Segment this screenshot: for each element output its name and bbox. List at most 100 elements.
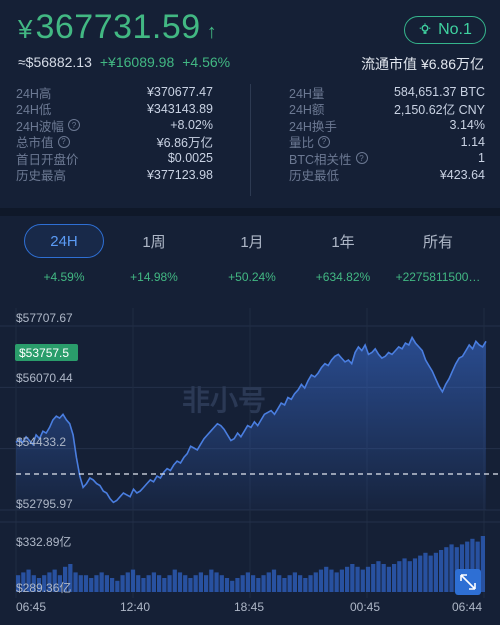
volume-bar bbox=[303, 578, 308, 592]
y-axis-label: $56070.44 bbox=[16, 371, 73, 385]
stat-value: ¥377123.98 bbox=[146, 167, 213, 182]
volume-bar bbox=[329, 569, 334, 592]
volume-bar bbox=[230, 580, 235, 592]
volume-bar bbox=[423, 552, 428, 592]
volume-bar bbox=[120, 575, 125, 592]
tab-4[interactable]: 所有 bbox=[408, 224, 468, 258]
stats-right: 24H量 584,651.37 BTC 24H额 2,150.62亿 CNY 24H换手… bbox=[289, 84, 485, 183]
volume-bar bbox=[412, 558, 418, 592]
tab-1[interactable]: 1周 bbox=[124, 224, 184, 258]
current-price-label: $53757.5 bbox=[19, 346, 69, 360]
volume-bar bbox=[266, 572, 271, 592]
volume-bar bbox=[444, 547, 449, 592]
volume-bar bbox=[365, 566, 371, 592]
stat-value: ¥343143.89 bbox=[146, 101, 213, 116]
period-change: +4.59% bbox=[43, 270, 85, 284]
stat-row: 24H高 ¥370677.47 bbox=[16, 84, 213, 101]
up-arrow-icon: ↑ bbox=[206, 21, 217, 43]
volume-bar bbox=[480, 536, 485, 592]
period-change: +50.24% bbox=[228, 270, 276, 284]
volume-bar bbox=[256, 578, 261, 592]
volume-bar bbox=[146, 575, 151, 592]
stat-value: 3.14% bbox=[449, 118, 485, 133]
x-axis-label: 06:45 bbox=[16, 600, 46, 614]
stat-label-text: 历史最高 bbox=[16, 169, 67, 184]
volume-bar bbox=[83, 575, 89, 592]
volume-bar bbox=[235, 578, 240, 592]
volume-bar bbox=[287, 575, 292, 592]
stat-value: ¥423.64 bbox=[439, 167, 485, 182]
tab-0[interactable]: 24H bbox=[24, 224, 104, 258]
price-header: ¥ 367731.59 ↑ bbox=[18, 8, 217, 50]
volume-bar bbox=[324, 566, 329, 592]
volume-bar bbox=[209, 569, 214, 592]
volume-bar bbox=[157, 575, 162, 592]
volume-bar bbox=[277, 575, 282, 592]
volume-bar bbox=[318, 569, 324, 592]
circulating-market-cap: 流通市值 ¥6.86万亿 bbox=[361, 56, 484, 72]
volume-bar bbox=[418, 555, 423, 592]
volume-bar bbox=[183, 575, 188, 592]
price-subrow: ≈$56882.13 +¥16089.98 +4.56% bbox=[18, 54, 230, 70]
section-separator bbox=[0, 208, 500, 216]
period-changes: +4.59% +14.98% +50.24% +634.82% +2275811500… bbox=[0, 270, 500, 288]
volume-bar bbox=[204, 575, 209, 592]
x-axis-label: 00:45 bbox=[350, 600, 380, 614]
volume-bar bbox=[188, 578, 193, 592]
volume-bar bbox=[397, 561, 402, 592]
rank-badge[interactable]: No.1 bbox=[404, 16, 486, 44]
tab-3[interactable]: 1年 bbox=[313, 224, 373, 258]
volume-bar bbox=[219, 575, 224, 592]
help-icon[interactable]: ? bbox=[318, 135, 331, 148]
volume-bar bbox=[172, 569, 177, 592]
volume-bar bbox=[104, 575, 109, 592]
rank-label: No.1 bbox=[438, 21, 472, 38]
period-tabs: 24H 1周 1月 1年 所有 bbox=[0, 224, 500, 258]
volume-bar bbox=[449, 544, 454, 592]
volume-bar bbox=[433, 552, 438, 592]
price-chart[interactable]: 非小号 $57707.67 $56070.44 $54433.2 $52795.97 $5… bbox=[0, 298, 500, 625]
volume-bar bbox=[151, 572, 156, 592]
stat-value: $0.0025 bbox=[167, 151, 213, 166]
help-icon[interactable]: ? bbox=[57, 135, 70, 148]
volume-bar bbox=[381, 564, 386, 592]
stat-value: 2,150.62亿 CNY bbox=[393, 103, 485, 118]
volume-bar bbox=[271, 569, 277, 592]
stat-row: 量比? 1.14 bbox=[289, 134, 485, 151]
volume-bar bbox=[386, 566, 391, 592]
help-icon[interactable]: ? bbox=[67, 119, 80, 132]
stat-row: BTC相关性? 1 bbox=[289, 150, 485, 167]
volume-bar bbox=[167, 575, 172, 592]
volume-low-label: $289.36亿 bbox=[16, 580, 71, 595]
stats-divider bbox=[250, 84, 251, 196]
volume-bar bbox=[439, 550, 444, 592]
volume-bar bbox=[350, 564, 355, 592]
lightbulb-icon bbox=[419, 23, 431, 34]
change-percent: +4.56% bbox=[182, 54, 231, 70]
volume-bar bbox=[298, 575, 303, 592]
stat-row: 首日开盘价 $0.0025 bbox=[16, 150, 213, 167]
volume-bar bbox=[371, 564, 376, 592]
stat-value: 584,651.37 BTC bbox=[393, 85, 485, 100]
volume-bar bbox=[94, 575, 99, 592]
stat-value: 1 bbox=[478, 151, 485, 166]
volume-bar bbox=[193, 575, 198, 592]
stats-left: 24H高 ¥370677.47 24H低 ¥343143.89 24H波幅? +8.02%… bbox=[16, 84, 213, 183]
current-price: 367731.59 bbox=[35, 8, 201, 46]
stat-row: 24H波幅? +8.02% bbox=[16, 117, 213, 134]
volume-high-label: $332.89亿 bbox=[16, 534, 71, 549]
tab-2[interactable]: 1月 bbox=[222, 224, 282, 258]
stat-label-text: 历史最低 bbox=[289, 169, 340, 184]
stat-value: ¥370677.47 bbox=[146, 85, 213, 100]
help-icon[interactable]: ? bbox=[355, 152, 368, 165]
stat-row: 历史最低 ¥423.64 bbox=[289, 167, 485, 184]
volume-bar bbox=[162, 578, 167, 592]
volume-bar bbox=[345, 566, 350, 592]
volume-bar bbox=[141, 578, 146, 592]
currency-symbol: ¥ bbox=[18, 14, 33, 44]
volume-bar bbox=[214, 572, 219, 592]
stat-value: 1.14 bbox=[460, 134, 485, 149]
volume-bar bbox=[89, 578, 94, 592]
volume-bar bbox=[355, 566, 360, 592]
volume-bar bbox=[115, 580, 120, 592]
